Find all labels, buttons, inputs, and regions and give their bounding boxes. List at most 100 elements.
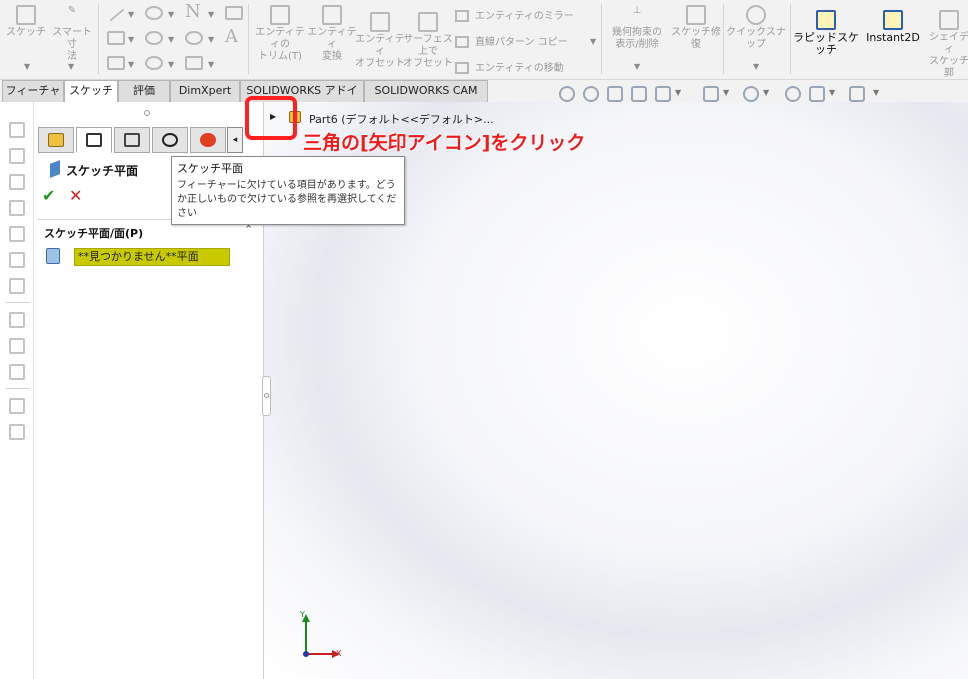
fillet-icon[interactable] bbox=[185, 31, 203, 45]
feature-manager-tab[interactable] bbox=[38, 127, 74, 153]
strip-tool-icon[interactable] bbox=[9, 226, 25, 242]
view-settings-dropdown-icon[interactable]: ▼ bbox=[873, 88, 879, 97]
strip-tool-icon[interactable] bbox=[9, 424, 25, 440]
property-manager-icon bbox=[86, 133, 102, 147]
section-title: スケッチ平面/面(P) bbox=[44, 227, 144, 240]
point-icon[interactable] bbox=[185, 56, 203, 70]
rectangle-icon[interactable] bbox=[107, 31, 125, 45]
polygon-icon[interactable] bbox=[145, 56, 163, 70]
instruction-annotation: 三角の[矢印アイコン]をクリック bbox=[303, 132, 586, 154]
tab-solidworks-cam[interactable]: SOLIDWORKS CAM bbox=[364, 80, 488, 102]
tooltip-body: フィーチャーに欠けている項目があります。どうか正しいもので欠けている参照を再選択… bbox=[177, 180, 397, 219]
tab-sketch[interactable]: スケッチ bbox=[64, 80, 118, 102]
scene-dropdown-icon[interactable]: ▼ bbox=[829, 88, 835, 97]
hide-show-dropdown-icon[interactable]: ▼ bbox=[763, 88, 769, 97]
panel-grip-icon[interactable] bbox=[144, 110, 150, 116]
strip-divider bbox=[6, 388, 30, 389]
strip-tool-icon[interactable] bbox=[9, 398, 25, 414]
reference-triad: Y X bbox=[296, 610, 346, 665]
view-orientation-dropdown-icon[interactable]: ▼ bbox=[675, 88, 681, 97]
circle-dropdown-icon[interactable]: ▼ bbox=[168, 10, 174, 19]
section-view-icon[interactable] bbox=[631, 86, 647, 102]
spline-dropdown-icon[interactable]: ▼ bbox=[208, 10, 214, 19]
view-orientation-icon[interactable] bbox=[703, 86, 719, 102]
ribbon-divider bbox=[248, 4, 249, 74]
strip-tool-icon[interactable] bbox=[9, 148, 25, 164]
dimxpert-manager-tab[interactable] bbox=[152, 127, 188, 153]
fillet-dropdown-icon[interactable]: ▼ bbox=[208, 35, 214, 44]
shaded-sketch-contours-button[interactable]: シェイディ スケッチ 郭 bbox=[926, 10, 968, 80]
trim-entities-button[interactable]: エンティティの トリム(T) bbox=[252, 5, 308, 63]
point-dropdown-icon[interactable]: ▼ bbox=[208, 60, 214, 69]
panel-tabs: ◂ bbox=[38, 127, 264, 154]
repair-sketch-button[interactable]: スケッチ修 復 bbox=[671, 5, 721, 51]
ribbon-divider bbox=[98, 4, 99, 74]
zoom-to-area-icon[interactable] bbox=[583, 86, 599, 102]
offset-on-surface-button[interactable]: サーフェス 上で オフセット bbox=[403, 12, 453, 70]
instant2d-icon bbox=[883, 10, 903, 30]
mirror-entities-button[interactable]: エンティティのミラー bbox=[455, 7, 574, 22]
circle-icon[interactable] bbox=[145, 6, 163, 20]
strip-tool-icon[interactable] bbox=[9, 312, 25, 328]
smart-dimension-button[interactable]: ✎ スマート寸 法 bbox=[50, 5, 94, 63]
ribbon-divider bbox=[790, 4, 791, 74]
quick-snap-dropdown-icon[interactable]: ▼ bbox=[753, 62, 759, 71]
tab-features[interactable]: フィーチャー bbox=[2, 80, 64, 117]
zoom-to-fit-icon[interactable] bbox=[559, 86, 575, 102]
quick-snaps-button[interactable]: クイックスナップ bbox=[726, 5, 786, 51]
tooltip-title: スケッチ平面 bbox=[177, 162, 243, 175]
cancel-button[interactable]: ✕ bbox=[69, 186, 82, 205]
strip-tool-icon[interactable] bbox=[9, 338, 25, 354]
strip-tool-icon[interactable] bbox=[9, 122, 25, 138]
tab-evaluate[interactable]: 評価 bbox=[118, 80, 170, 102]
display-relations-button[interactable]: ⊥ 幾何拘束の 表示/削除 bbox=[605, 5, 669, 51]
rectangle-dropdown-icon[interactable]: ▼ bbox=[128, 35, 134, 44]
sketch-button[interactable]: スケッチ bbox=[6, 5, 46, 39]
display-style-dropdown-icon[interactable]: ▼ bbox=[723, 88, 729, 97]
configuration-manager-tab[interactable] bbox=[114, 127, 150, 153]
linear-pattern-button[interactable]: 直線パターン コピー bbox=[455, 33, 568, 48]
offset-entities-button[interactable]: エンティティ オフセット bbox=[354, 12, 406, 70]
arc-icon[interactable] bbox=[145, 31, 163, 45]
hide-show-items-icon[interactable] bbox=[743, 86, 759, 102]
line-dropdown-icon[interactable]: ▼ bbox=[128, 10, 134, 19]
strip-tool-icon[interactable] bbox=[9, 200, 25, 216]
previous-view-icon[interactable] bbox=[607, 86, 623, 102]
strip-tool-icon[interactable] bbox=[9, 252, 25, 268]
collapse-arrow-button[interactable]: ◂ bbox=[227, 127, 243, 153]
polygon-dropdown-icon[interactable]: ▼ bbox=[168, 60, 174, 69]
smart-dim-dropdown-icon[interactable]: ▼ bbox=[68, 62, 74, 71]
view-settings-icon[interactable] bbox=[849, 86, 865, 102]
sketch-plane-icon bbox=[50, 160, 60, 178]
slot-dropdown-icon[interactable]: ▼ bbox=[128, 60, 134, 69]
plane-icon[interactable] bbox=[225, 6, 243, 20]
strip-tool-icon[interactable] bbox=[9, 364, 25, 380]
property-manager-tab[interactable] bbox=[76, 127, 112, 153]
line-icon[interactable] bbox=[109, 8, 125, 22]
slot-icon[interactable] bbox=[107, 56, 125, 70]
feature-tree-part-label[interactable]: Part6 (デフォルト<<デフォルト>... bbox=[309, 111, 494, 127]
rapid-sketch-button[interactable]: ラピッドスケッチ bbox=[793, 10, 859, 56]
sketch-plane-selection-field[interactable]: **見つかりません**平面 bbox=[74, 248, 230, 266]
dynamic-annotation-icon[interactable] bbox=[655, 86, 671, 102]
ok-button[interactable]: ✔ bbox=[42, 186, 55, 205]
tooltip: スケッチ平面 フィーチャーに欠けている項目があります。どうか正しいもので欠けてい… bbox=[171, 156, 405, 225]
apply-scene-icon[interactable] bbox=[809, 86, 825, 102]
tab-dimxpert[interactable]: DimXpert bbox=[170, 80, 240, 102]
strip-tool-icon[interactable] bbox=[9, 278, 25, 294]
display-manager-tab[interactable] bbox=[190, 127, 226, 153]
instant2d-button[interactable]: Instant2D bbox=[862, 10, 924, 44]
strip-tool-icon[interactable] bbox=[9, 174, 25, 190]
spline-icon[interactable]: N bbox=[185, 3, 203, 21]
move-entities-button[interactable]: エンティティの移動 bbox=[455, 59, 564, 74]
ribbon-divider bbox=[601, 4, 602, 74]
pattern-dropdown-icon[interactable]: ▼ bbox=[590, 37, 596, 46]
arc-dropdown-icon[interactable]: ▼ bbox=[168, 35, 174, 44]
edit-appearance-icon[interactable] bbox=[785, 86, 801, 102]
sketch-dropdown-icon[interactable]: ▼ bbox=[24, 62, 30, 71]
convert-entities-button[interactable]: エンティティ 変換 bbox=[306, 5, 358, 63]
triad-x-label: X bbox=[336, 649, 342, 658]
relations-dropdown-icon[interactable]: ▼ bbox=[634, 62, 640, 71]
sketch-icon bbox=[16, 5, 36, 25]
text-icon[interactable]: A bbox=[225, 28, 243, 46]
